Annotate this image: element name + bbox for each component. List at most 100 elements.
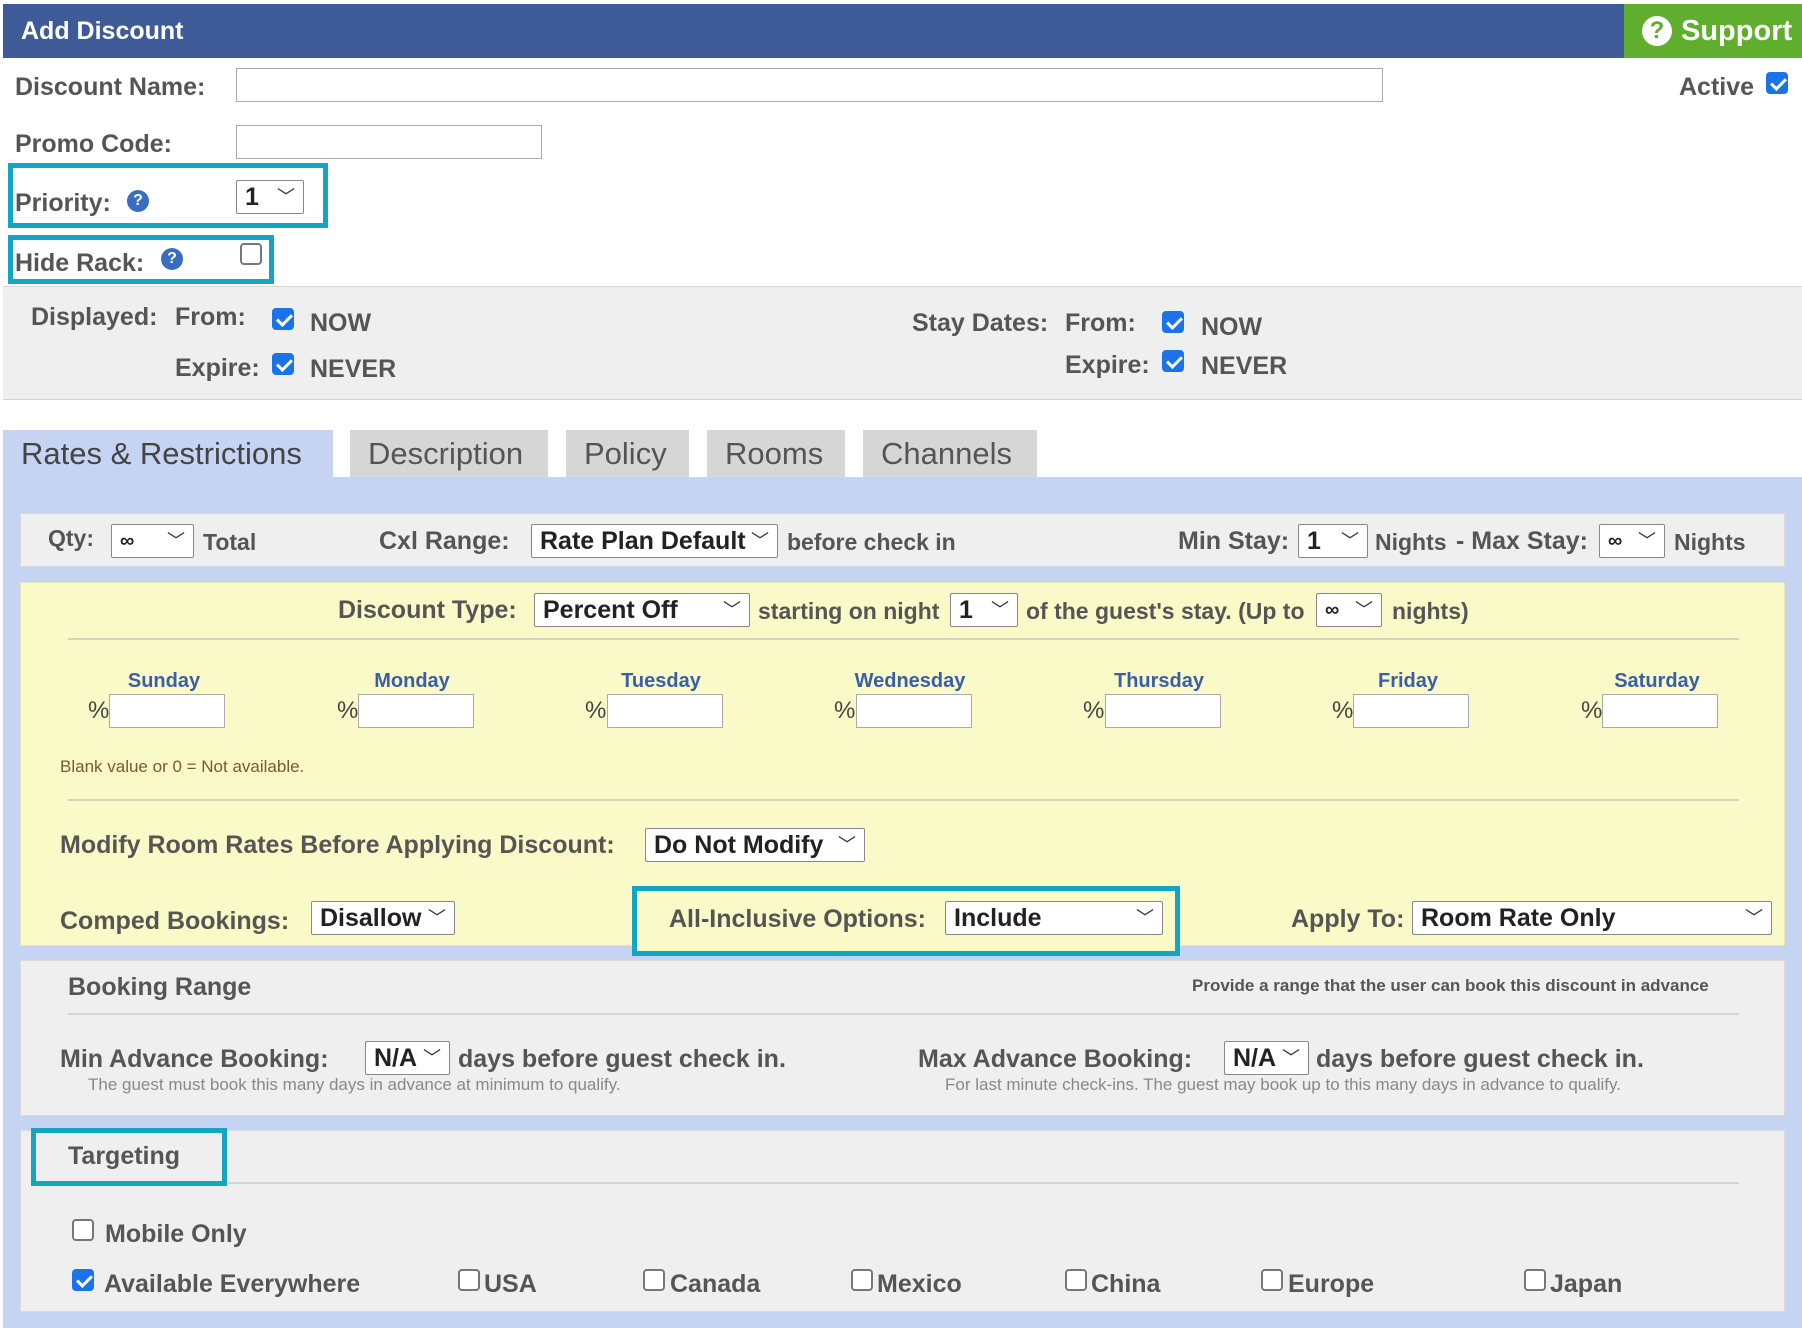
region-japan-checkbox[interactable]	[1524, 1269, 1546, 1291]
day-label-thursday: Thursday	[1113, 670, 1205, 692]
min-days-before-label: days before guest check in.	[458, 1045, 786, 1073]
region-usa-label: USA	[484, 1270, 537, 1298]
max-stay-select[interactable]: ∞ ﹀	[1599, 524, 1665, 558]
monday-input[interactable]	[358, 694, 474, 728]
percent-symbol: %	[1332, 697, 1354, 724]
nights-close-label: nights)	[1392, 598, 1469, 624]
stay-expire-value: NEVER	[1201, 352, 1288, 380]
qty-select[interactable]: ∞ ﹀	[111, 524, 194, 558]
before-checkin-label: before check in	[787, 529, 956, 555]
day-label-tuesday: Tuesday	[621, 670, 701, 692]
up-to-nights-select[interactable]: ∞ ﹀	[1316, 593, 1382, 627]
max-days-before-label: days before guest check in.	[1316, 1045, 1644, 1073]
all-inclusive-select[interactable]: Include ﹀	[945, 901, 1163, 935]
percent-symbol: %	[1083, 697, 1105, 724]
qty-label: Qty:	[48, 525, 94, 551]
max-stay-label: - Max Stay:	[1456, 527, 1588, 555]
tab-rooms[interactable]: Rooms	[707, 430, 845, 478]
stay-dates-label: Stay Dates:	[912, 309, 1049, 337]
apply-to-label: Apply To:	[1291, 905, 1405, 933]
modify-rates-label: Modify Room Rates Before Applying Discou…	[60, 831, 615, 859]
chevron-down-icon: ﹀	[751, 531, 769, 551]
starting-night-select[interactable]: 1 ﹀	[950, 593, 1018, 627]
region-canada-label: Canada	[670, 1270, 761, 1298]
cxl-range-label: Cxl Range:	[379, 527, 510, 555]
all-inclusive-label: All-Inclusive Options:	[669, 905, 926, 933]
discount-type-select[interactable]: Percent Off ﹀	[534, 593, 750, 627]
help-circle-icon[interactable]: ?	[161, 248, 183, 270]
day-label-saturday: Saturday	[1614, 670, 1700, 692]
chevron-down-icon: ﹀	[1282, 1048, 1300, 1068]
chevron-down-icon: ﹀	[167, 531, 185, 551]
support-button[interactable]: ? Support	[1624, 4, 1802, 58]
min-advance-label: Min Advance Booking:	[60, 1045, 329, 1073]
region-europe-label: Europe	[1288, 1270, 1375, 1298]
min-advance-select[interactable]: N/A ﹀	[365, 1041, 450, 1075]
day-label-sunday: Sunday	[127, 670, 201, 692]
chevron-down-icon: ﹀	[838, 835, 856, 855]
max-advance-select[interactable]: N/A ﹀	[1224, 1041, 1309, 1075]
tab-rates-restrictions[interactable]: Rates & Restrictions	[3, 430, 333, 478]
tab-description[interactable]: Description	[350, 430, 548, 478]
comped-bookings-select[interactable]: Disallow ﹀	[311, 901, 455, 935]
tab-channels[interactable]: Channels	[863, 430, 1037, 478]
discount-name-input[interactable]	[236, 68, 1383, 102]
discount-name-label: Discount Name:	[15, 73, 206, 101]
max-advance-label: Max Advance Booking:	[918, 1045, 1193, 1073]
header-bar: Add Discount	[3, 4, 1802, 58]
day-label-wednesday: Wednesday	[854, 670, 966, 692]
booking-range-hint: Provide a range that the user can book t…	[1192, 976, 1709, 995]
displayed-expire-checkbox[interactable]	[272, 353, 294, 375]
apply-to-select[interactable]: Room Rate Only ﹀	[1412, 901, 1772, 935]
chevron-down-icon: ﹀	[1136, 908, 1154, 928]
region-china-checkbox[interactable]	[1065, 1269, 1087, 1291]
displayed-expire-label: Expire:	[175, 354, 260, 382]
divider	[68, 1013, 1739, 1015]
region-europe-checkbox[interactable]	[1261, 1269, 1283, 1291]
active-checkbox[interactable]	[1766, 72, 1788, 94]
stay-from-label: From:	[1065, 309, 1136, 337]
chevron-down-icon: ﹀	[991, 600, 1009, 620]
mobile-only-label: Mobile Only	[105, 1220, 247, 1248]
stay-from-checkbox[interactable]	[1162, 311, 1184, 333]
max-advance-note: For last minute check-ins. The guest may…	[945, 1075, 1621, 1094]
max-nights-label: Nights	[1674, 529, 1746, 555]
tab-policy[interactable]: Policy	[566, 430, 689, 478]
stay-expire-label: Expire:	[1065, 351, 1150, 379]
mobile-only-checkbox[interactable]	[72, 1219, 94, 1241]
hide-rack-checkbox[interactable]	[240, 243, 262, 265]
dates-band	[3, 286, 1802, 400]
region-usa-checkbox[interactable]	[458, 1269, 480, 1291]
modify-rates-select[interactable]: Do Not Modify ﹀	[645, 828, 865, 862]
stay-expire-checkbox[interactable]	[1162, 350, 1184, 372]
region-canada-checkbox[interactable]	[643, 1269, 665, 1291]
hide-rack-label: Hide Rack:	[15, 249, 145, 277]
promo-code-input[interactable]	[236, 125, 542, 159]
available-everywhere-checkbox[interactable]	[72, 1269, 94, 1291]
day-label-monday: Monday	[374, 670, 450, 692]
available-everywhere-label: Available Everywhere	[104, 1270, 361, 1298]
thursday-input[interactable]	[1105, 694, 1221, 728]
wednesday-input[interactable]	[856, 694, 972, 728]
divider	[227, 1182, 1739, 1184]
min-stay-select[interactable]: 1 ﹀	[1298, 524, 1368, 558]
displayed-from-label: From:	[175, 303, 246, 331]
promo-code-label: Promo Code:	[15, 130, 172, 158]
tuesday-input[interactable]	[607, 694, 723, 728]
sunday-input[interactable]	[109, 694, 225, 728]
help-circle-icon[interactable]: ?	[127, 190, 149, 212]
booking-range-title: Booking Range	[68, 973, 252, 1001]
starting-night-label: starting on night	[758, 598, 940, 624]
friday-input[interactable]	[1353, 694, 1469, 728]
comped-bookings-label: Comped Bookings:	[60, 907, 290, 935]
percent-symbol: %	[337, 697, 359, 724]
percent-symbol: %	[585, 697, 607, 724]
guest-stay-label: of the guest's stay. (Up to	[1026, 598, 1305, 624]
priority-select[interactable]: 1 ﹀	[236, 180, 304, 214]
cxl-range-select[interactable]: Rate Plan Default ﹀	[531, 524, 778, 558]
day-label-friday: Friday	[1377, 670, 1439, 692]
region-mexico-checkbox[interactable]	[851, 1269, 873, 1291]
region-china-label: China	[1091, 1270, 1161, 1298]
saturday-input[interactable]	[1602, 694, 1718, 728]
displayed-from-checkbox[interactable]	[272, 308, 294, 330]
